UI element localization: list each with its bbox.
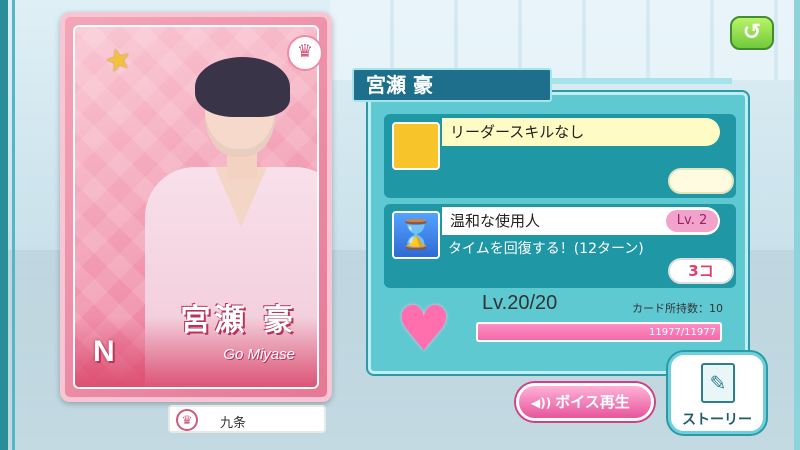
panel-title: 宮瀬 豪: [352, 68, 552, 102]
character-hair: [195, 57, 290, 117]
leader-skill-icon: [392, 122, 440, 170]
character-card[interactable]: N 宮瀬 豪 Go Miyase ★ ♛: [60, 12, 332, 402]
back-button[interactable]: ↺: [730, 16, 774, 50]
school-name: 九条: [220, 416, 247, 431]
school-bar: ♛ 九条: [168, 405, 326, 433]
voice-play-label: ボイス再生: [555, 393, 630, 411]
leader-skill-label: リーダースキルなし: [442, 118, 720, 146]
story-button[interactable]: ✎ ストーリー: [668, 352, 766, 434]
voice-play-button[interactable]: ◀)) ボイス再生: [516, 383, 654, 421]
crown-icon: ♛: [287, 35, 323, 71]
left-stripe: [12, 0, 15, 450]
card-name-jp: 宮瀬 豪: [180, 303, 297, 338]
card-count: カード所持数：10: [632, 302, 723, 315]
panel-title-rule: [552, 78, 732, 84]
clipboard-icon: ✎: [701, 363, 735, 403]
back-arrow-icon: ↺: [742, 20, 762, 45]
hourglass-arrow-icon: ⌛: [392, 211, 440, 259]
story-label: ストーリー: [682, 412, 752, 428]
card-name-en: Go Miyase: [223, 346, 295, 363]
skill-level-badge: Lv. 2: [666, 210, 718, 232]
leader-skill-pill: [668, 168, 734, 194]
school-crest-icon: ♛: [176, 409, 198, 431]
skill-description: タイムを回復する！(12ターン): [448, 241, 644, 257]
rarity-badge: N: [93, 335, 115, 368]
speaker-icon: ◀)): [531, 396, 552, 410]
exp-bar: 11977/11977: [476, 322, 722, 342]
heart-icon: ♥: [396, 292, 452, 365]
card-level: Lv.20/20: [482, 292, 558, 314]
exp-text: 11977/11977: [649, 327, 716, 338]
skill-count: 3コ: [668, 258, 734, 284]
